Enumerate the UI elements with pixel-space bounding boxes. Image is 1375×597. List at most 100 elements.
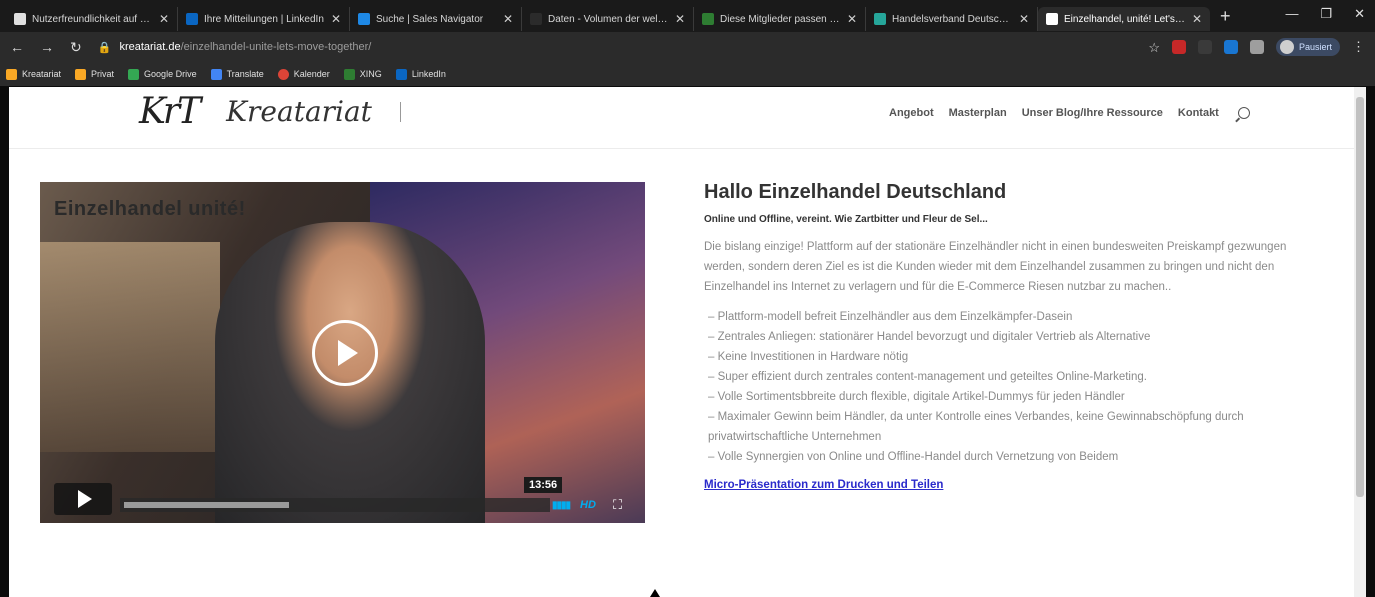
google-drive-icon — [128, 68, 140, 80]
menu-item-blog[interactable]: Unser Blog/Ihre Ressource — [1022, 107, 1163, 119]
video-duration: 13:56 — [524, 477, 563, 493]
browser-tab[interactable]: Handelsverband Deutschland (H ✕ — [866, 7, 1038, 31]
url-host: kreatariat.de — [119, 41, 181, 53]
tab-favicon-icon — [874, 13, 886, 25]
logo-tagline-graphic — [399, 101, 405, 122]
bookmark[interactable]: Google Drive — [128, 68, 197, 80]
browser-tab[interactable]: Ihre Mitteilungen | LinkedIn ✕ — [178, 7, 350, 31]
url-field[interactable]: 🔒 kreatariat.de/einzelhandel-unite-lets-… — [98, 41, 372, 54]
play-button[interactable] — [54, 483, 112, 515]
browser-tab-active[interactable]: Einzelhandel, unité! Let's move t ✕ — [1038, 7, 1210, 31]
star-icon[interactable]: ☆ — [1148, 40, 1160, 55]
progress-bar[interactable] — [120, 498, 550, 512]
bookmark[interactable]: XING — [343, 68, 382, 80]
search-icon[interactable] — [1237, 107, 1250, 119]
tab-label: Diese Mitglieder passen zum Suc — [720, 13, 841, 25]
intro-paragraph: Die bislang einzige! Plattform auf der s… — [704, 241, 1287, 293]
tab-label: Suche | Sales Navigator — [376, 13, 484, 25]
extension-icon[interactable] — [1197, 40, 1212, 54]
site-header: KrT Kreatariat Angebot Masterplan Unser … — [9, 87, 1354, 149]
presentation-link[interactable]: Micro-Präsentation zum Drucken und Teile… — [704, 479, 943, 491]
bookmark[interactable]: Kalender — [277, 68, 330, 80]
web-page: KrT Kreatariat Angebot Masterplan Unser … — [9, 87, 1354, 597]
main-menu: Angebot Masterplan Unser Blog/Ihre Resso… — [889, 107, 1250, 119]
minimize-icon[interactable]: — — [1285, 6, 1298, 22]
folder-icon — [75, 68, 87, 80]
avatar — [1279, 40, 1294, 54]
menu-item-masterplan[interactable]: Masterplan — [949, 107, 1007, 119]
forward-icon[interactable]: → — [40, 39, 54, 55]
close-icon[interactable]: ✕ — [331, 12, 341, 26]
close-icon[interactable]: ✕ — [159, 12, 169, 26]
video-player[interactable]: Einzelhandel unité! 13:56 ▮▮▮▮ HD ⛶ — [40, 182, 645, 523]
page-subtitle: Online und Offline, vereint. Wie Zartbit… — [704, 214, 988, 225]
translate-icon — [210, 68, 222, 80]
tab-label: Einzelhandel, unité! Let's move t — [1064, 13, 1186, 25]
reload-icon[interactable]: ↻ — [70, 39, 82, 56]
progress-fill — [124, 502, 289, 508]
browser-tab[interactable]: Daten - Volumen der weltweit ge ✕ — [522, 7, 694, 31]
window-controls: — ❐ ✕ — [1285, 6, 1365, 22]
list-item: – Plattform-modell befreit Einzelhändler… — [708, 311, 1073, 323]
volume-icon[interactable]: ▮▮▮▮ — [552, 500, 571, 511]
tab-label: Ihre Mitteilungen | LinkedIn — [204, 13, 324, 25]
play-icon[interactable] — [312, 320, 378, 386]
logo-mark: KrT — [139, 91, 201, 132]
tab-label: Nutzerfreundlichkeit auf Mobilg — [32, 13, 153, 25]
extension-icon[interactable] — [1171, 40, 1186, 54]
browser-tab[interactable]: Diese Mitglieder passen zum Suc ✕ — [694, 7, 866, 31]
back-icon[interactable]: ← — [10, 39, 24, 55]
list-item: – Maximaler Gewinn beim Händler, da unte… — [708, 411, 1244, 443]
close-window-icon[interactable]: ✕ — [1354, 6, 1365, 22]
list-item: – Zentrales Anliegen: stationärer Handel… — [708, 331, 1151, 343]
feature-list: – Plattform-modell befreit Einzelhändler… — [704, 307, 1319, 467]
close-icon[interactable]: ✕ — [503, 12, 513, 26]
bookmark-label: Google Drive — [144, 69, 197, 79]
extension-icon[interactable] — [1223, 40, 1238, 54]
close-icon[interactable]: ✕ — [1019, 12, 1029, 26]
lock-icon: 🔒 — [97, 41, 112, 54]
close-icon[interactable]: ✕ — [847, 12, 857, 26]
site-logo[interactable]: KrT Kreatariat — [139, 91, 405, 132]
list-item: – Super effizient durch zentrales conten… — [708, 371, 1147, 383]
puzzle-icon[interactable] — [1249, 40, 1264, 54]
fullscreen-icon[interactable]: ⛶ — [613, 497, 622, 513]
url-path: /einzelhandel-unite-lets-move-together/ — [180, 41, 372, 53]
bookmark[interactable]: Translate — [210, 68, 264, 80]
main-content: Hallo Einzelhandel Deutschland Online un… — [704, 181, 1319, 493]
hd-badge[interactable]: HD — [580, 499, 596, 511]
folder-icon — [6, 68, 17, 80]
calendar-icon — [277, 68, 289, 80]
xing-icon — [702, 13, 714, 25]
tab-label: Handelsverband Deutschland (H — [892, 13, 1013, 25]
profile-button[interactable]: Pausiert — [1275, 38, 1340, 56]
list-item: – Volle Sortimentsbbreite durch flexible… — [708, 391, 1125, 403]
xing-icon — [343, 68, 355, 80]
bookmark[interactable]: Kreatariat — [6, 68, 62, 80]
menu-item-kontakt[interactable]: Kontakt — [1178, 107, 1219, 119]
bookmark-label: LinkedIn — [411, 69, 446, 79]
close-icon[interactable]: ✕ — [675, 12, 685, 26]
restore-icon[interactable]: ❐ — [1320, 6, 1332, 22]
menu-item-angebot[interactable]: Angebot — [889, 107, 934, 119]
tab-label: Daten - Volumen der weltweit ge — [548, 13, 669, 25]
bookmark[interactable]: LinkedIn — [395, 68, 446, 80]
linkedin-icon — [395, 68, 407, 80]
bookmark-label: Translate — [226, 69, 264, 79]
new-tab-button[interactable]: + — [1220, 6, 1231, 27]
video-background — [40, 242, 220, 452]
mouse-cursor-icon — [650, 589, 660, 597]
menu-icon[interactable]: ⋮ — [1352, 39, 1365, 55]
browser-tab-bar: Nutzerfreundlichkeit auf Mobilg ✕ Ihre Mi… — [0, 0, 1375, 32]
scrollbar-thumb[interactable] — [1356, 97, 1364, 497]
browser-tab[interactable]: Nutzerfreundlichkeit auf Mobilg ✕ — [6, 7, 178, 31]
profile-status: Pausiert — [1298, 42, 1332, 52]
close-icon[interactable]: ✕ — [1192, 12, 1202, 26]
bookmark[interactable]: Privat — [75, 68, 114, 80]
list-item: – Volle Synnergien von Online und Offlin… — [708, 451, 1119, 463]
bookmark-label: Kreatariat — [22, 69, 62, 79]
compass-icon — [358, 13, 370, 25]
browser-tab[interactable]: Suche | Sales Navigator ✕ — [350, 7, 522, 31]
linkedin-icon — [186, 13, 198, 25]
scrollbar[interactable] — [1354, 87, 1366, 597]
